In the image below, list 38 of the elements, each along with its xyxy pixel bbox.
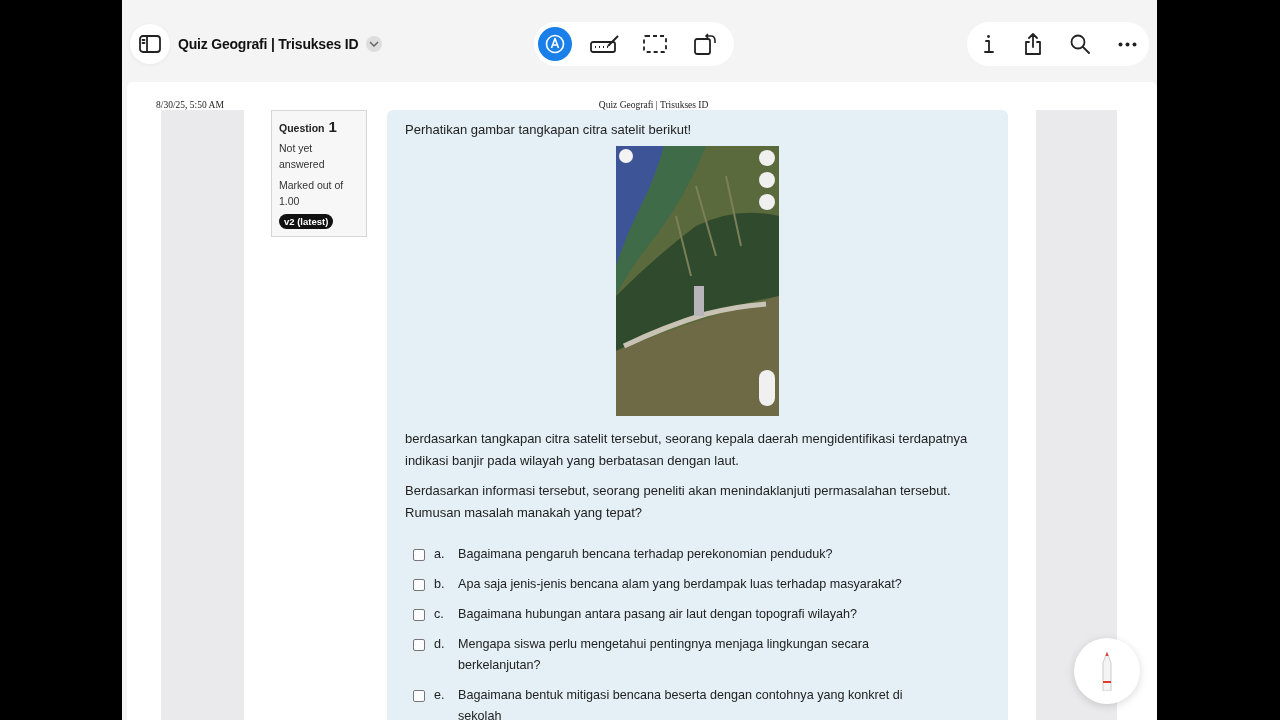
title-menu-button[interactable] [366,36,383,52]
question-paragraph: Berdasarkan informasi tersebut, seorang peneliti akan menindaklanjuti permasalahan tersebut. Rumusan masalah manakah yang tepat? [405,482,952,522]
document-title: Quiz Geografi | Trisukses ID [178,36,359,52]
pencil-icon [1100,651,1114,691]
option-letter: c. [434,606,445,623]
option-checkbox[interactable] [413,549,425,561]
question-paragraph: berdasarkan tangkapan citra satelit tersebut, seorang kepala daerah mengidentifikasi terdapatnya indikasi banjir pada wilayah yang berbatasan dengan laut. [405,430,969,470]
version-badge: v2 (latest) [279,214,334,229]
option-text: Mengapa siswa perlu mengetahui pentingnya menjaga lingkungan secara berkelanjutan? [458,636,870,674]
option-text: Bagaimana pengaruh bencana terhadap perekonomian penduduk? [458,546,834,563]
sidebar-button[interactable] [130,24,170,64]
option-letter: a. [434,546,446,563]
option-checkbox[interactable] [413,609,425,621]
option-checkbox[interactable] [413,579,425,591]
option-letter: b. [434,576,446,593]
option-checkbox[interactable] [413,690,425,702]
chevron-icon [369,41,380,47]
sidebar-icon [139,35,161,53]
selection-icon [643,35,667,53]
rotate-icon [694,33,716,55]
question-label: Question [279,122,325,134]
option-text: Bagaimana hubungan antara pasang air laut dengan topografi wilayah? [458,606,859,623]
pen-tip-icon [545,34,565,54]
keyboard-pen-icon [590,34,620,54]
question-number: 1 [328,118,337,135]
marks-text: Marked out of 1.00 [279,178,345,209]
share-icon [1022,33,1043,55]
print-title: Quiz Geografi | Trisukses ID [598,100,709,110]
print-date: 8/30/25, 5:50 AM [156,100,224,110]
question-prompt: Perhatikan gambar tangkapan citra satelit berikut! [405,122,693,137]
option-text: Apa saja jenis-jenis bencana alam yang berdampak luas terhadap masyarakat? [458,576,903,593]
search-icon [1070,34,1091,54]
more-icon [1117,41,1137,47]
option-letter: d. [434,636,446,653]
option-letter: e. [434,687,446,704]
answer-status: Not yet answered [279,141,326,172]
option-checkbox[interactable] [413,639,425,651]
option-text: Bagaimana bentuk mitigasi bencana beserta dengan contohnya yang konkret di sekolah [458,687,904,720]
